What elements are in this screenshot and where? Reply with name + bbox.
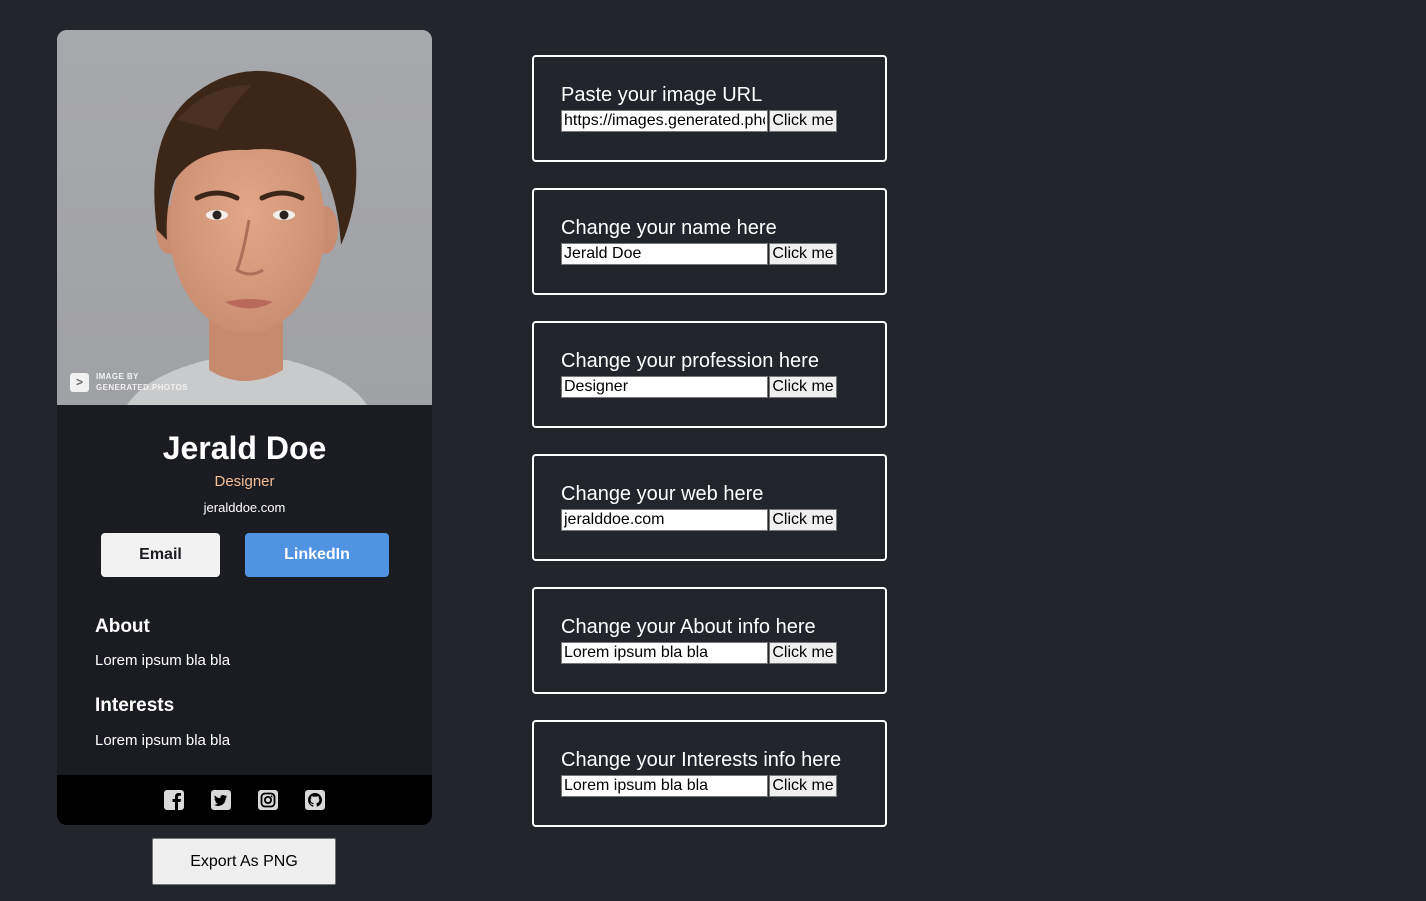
email-button[interactable]: Email — [101, 533, 220, 577]
name-submit-button[interactable]: Click me — [769, 243, 837, 265]
profile-name: Jerald Doe — [162, 430, 327, 466]
web-panel: Change your web here Click me — [532, 454, 887, 561]
profession-submit-button[interactable]: Click me — [769, 376, 837, 398]
interests-submit-button[interactable]: Click me — [769, 775, 837, 797]
profile-card: > IMAGE BY GENERATED.PHOTOS Jerald Doe D… — [57, 30, 432, 825]
profession-label: Change your profession here — [561, 350, 819, 372]
about-label: Change your About info here — [561, 616, 816, 638]
export-png-button[interactable]: Export As PNG — [152, 838, 336, 885]
linkedin-button[interactable]: LinkedIn — [245, 533, 389, 577]
twitter-icon[interactable] — [210, 789, 232, 811]
watermark-line-2: GENERATED.PHOTOS — [96, 383, 188, 392]
instagram-icon[interactable] — [257, 789, 279, 811]
about-input[interactable] — [561, 642, 768, 664]
photo-watermark: > IMAGE BY GENERATED.PHOTOS — [70, 371, 188, 393]
profession-input[interactable] — [561, 376, 768, 398]
interests-panel: Change your Interests info here Click me — [532, 720, 887, 827]
interests-text: Lorem ipsum bla bla — [95, 732, 231, 749]
profession-panel: Change your profession here Click me — [532, 321, 887, 428]
interests-label: Change your Interests info here — [561, 749, 842, 771]
about-submit-button[interactable]: Click me — [769, 642, 837, 664]
generated-photos-logo-icon: > — [70, 372, 89, 392]
profile-photo: > IMAGE BY GENERATED.PHOTOS — [57, 30, 432, 405]
web-submit-button[interactable]: Click me — [769, 509, 837, 531]
github-icon[interactable] — [304, 789, 326, 811]
name-label: Change your name here — [561, 217, 777, 239]
about-panel: Change your About info here Click me — [532, 587, 887, 694]
social-footer — [57, 775, 432, 825]
watermark-line-1: IMAGE BY — [96, 372, 139, 381]
name-input[interactable] — [561, 243, 768, 265]
name-panel: Change your name here Click me — [532, 188, 887, 295]
about-title: About — [95, 616, 150, 637]
image-url-input[interactable] — [561, 110, 768, 132]
interests-input[interactable] — [561, 775, 768, 797]
image-url-panel: Paste your image URL Click me — [532, 55, 887, 162]
image-url-submit-button[interactable]: Click me — [769, 110, 837, 132]
facebook-icon[interactable] — [163, 789, 185, 811]
image-url-label: Paste your image URL — [561, 84, 763, 106]
profile-web: jeralddoe.com — [203, 500, 286, 515]
profile-profession: Designer — [214, 473, 275, 490]
about-text: Lorem ipsum bla bla — [95, 652, 231, 669]
web-input[interactable] — [561, 509, 768, 531]
interests-title: Interests — [95, 695, 175, 716]
web-label: Change your web here — [561, 483, 764, 505]
